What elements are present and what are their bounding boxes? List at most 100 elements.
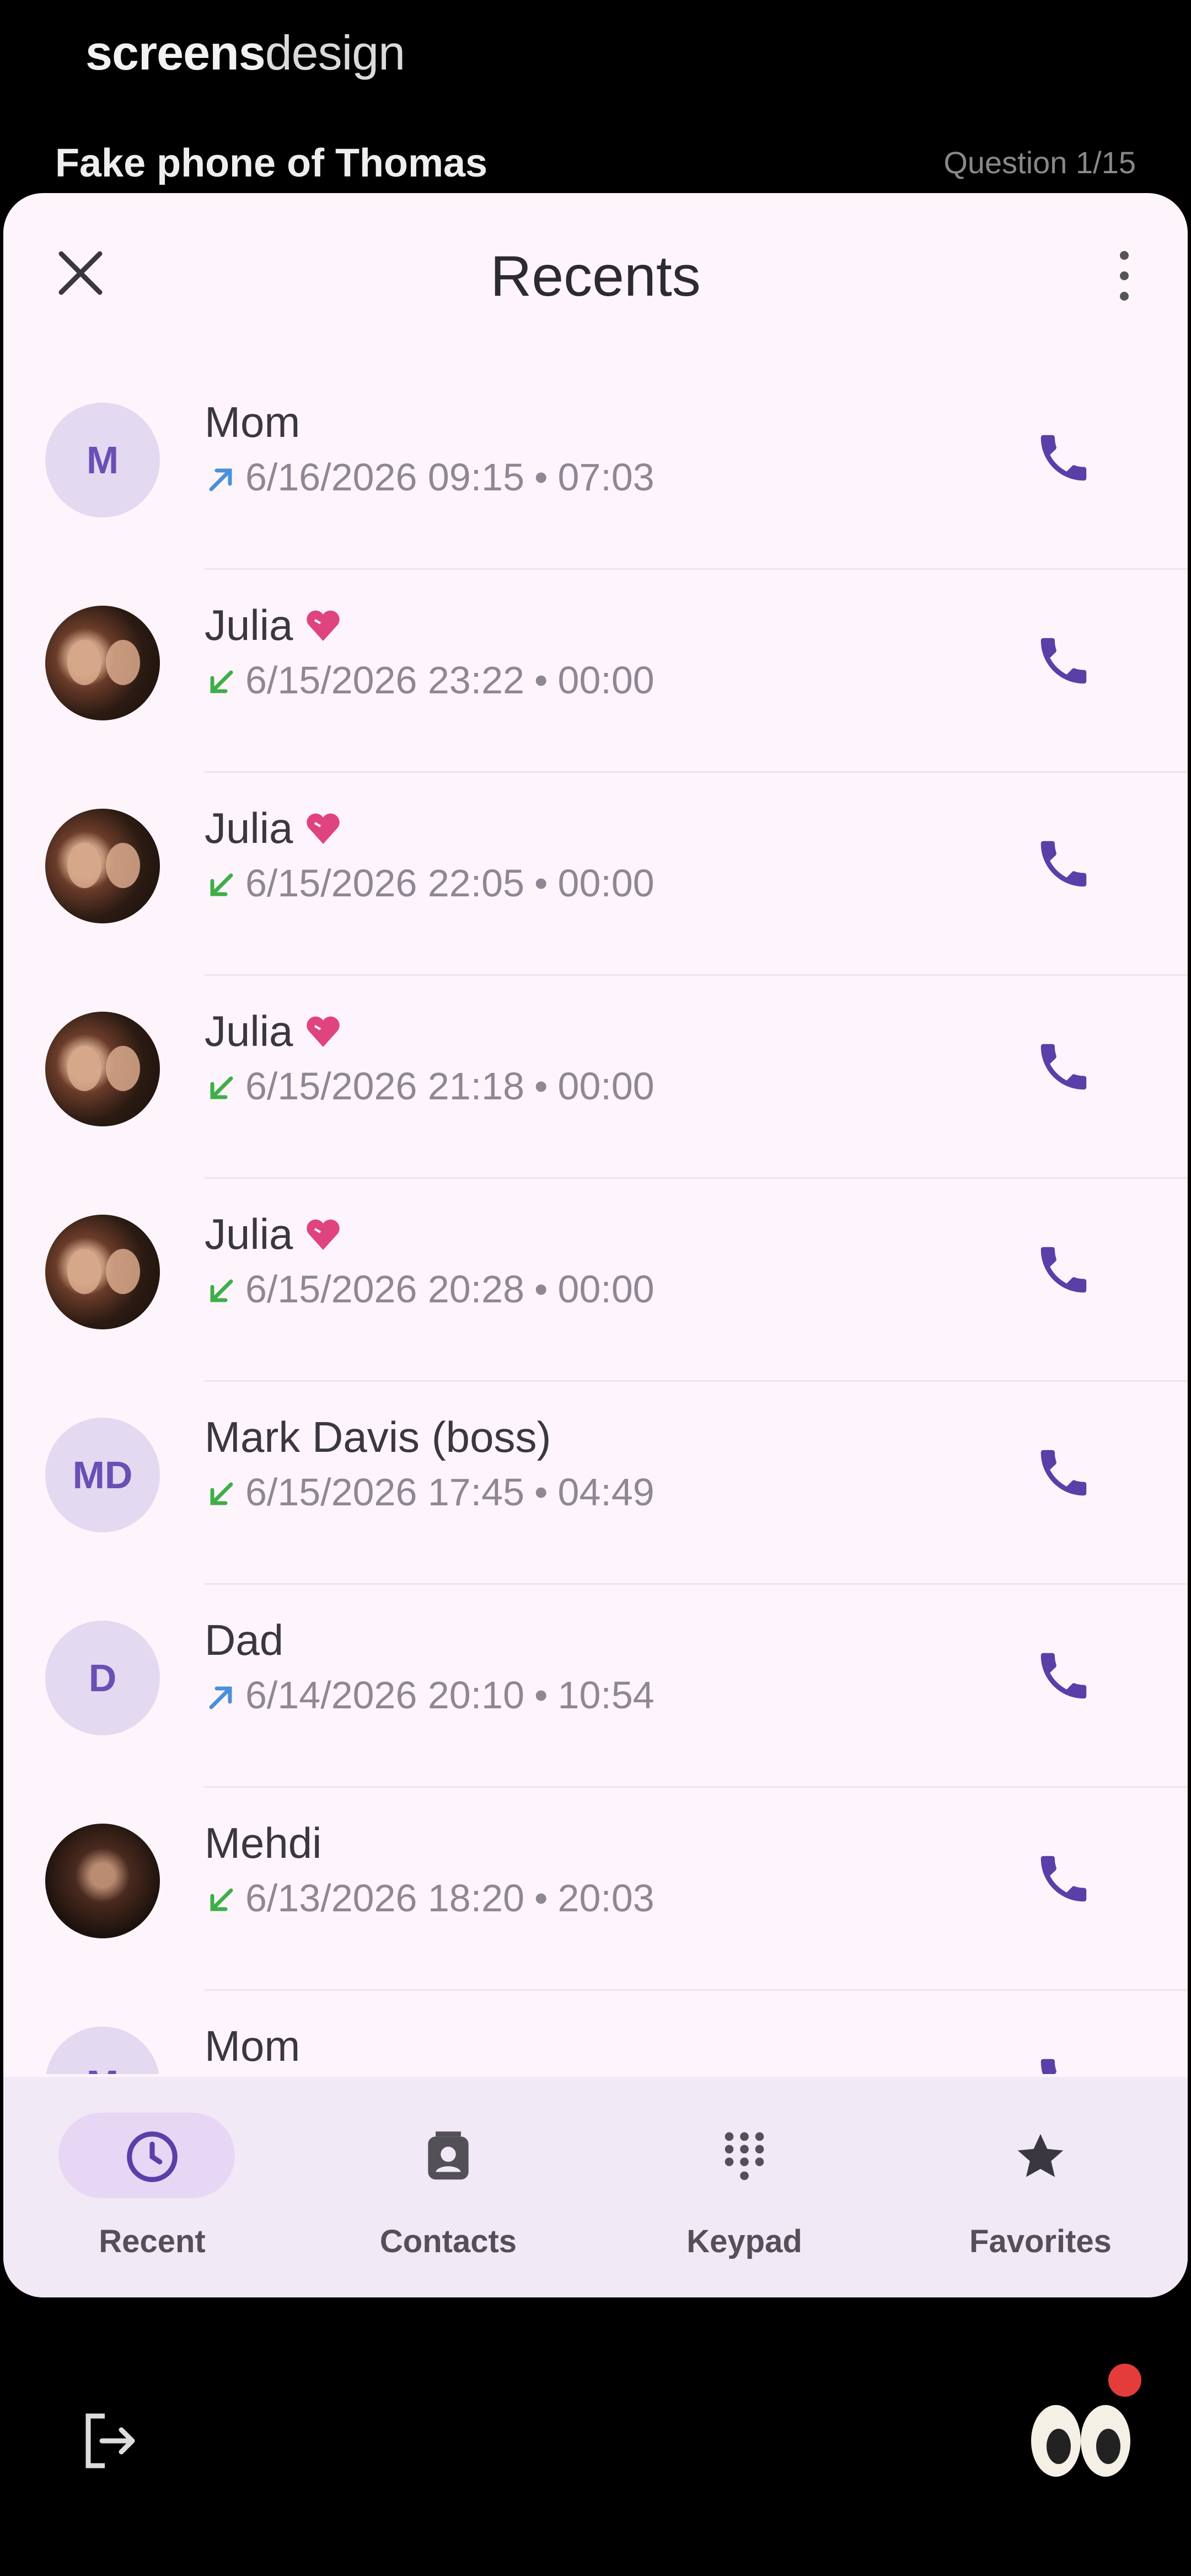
star-icon xyxy=(1010,2126,1071,2187)
avatar xyxy=(45,1215,160,1329)
separator-dot: • xyxy=(534,456,548,499)
call-row[interactable]: M Mom xyxy=(3,1991,1188,2074)
call-meta: 6/13/2026 18:20 • 20:03 xyxy=(205,1876,654,1920)
heart-icon xyxy=(304,606,342,644)
call-list: M Mom 6/16/2026 09:15 • 07:03 Julia 6/15/202… xyxy=(3,367,1188,2074)
avatar: M xyxy=(45,2027,160,2074)
contact-name-text: Julia xyxy=(205,1007,293,1055)
heart-icon xyxy=(304,1012,342,1050)
phone-icon[interactable] xyxy=(1033,2051,1094,2074)
call-row[interactable]: D Dad 6/14/2026 20:10 • 10:54 xyxy=(3,1585,1188,1788)
contact-name: Julia xyxy=(205,1209,342,1259)
keypad-icon xyxy=(714,2126,775,2187)
call-meta: 6/15/2026 17:45 • 04:49 xyxy=(205,1470,654,1514)
contact-name-text: Julia xyxy=(205,601,293,649)
more-vert-icon[interactable] xyxy=(1108,245,1141,306)
nav-keypad[interactable]: Keypad xyxy=(596,2077,893,2297)
incoming-call-icon xyxy=(205,867,238,900)
phone-icon[interactable] xyxy=(1033,427,1094,488)
logout-icon[interactable] xyxy=(77,2408,143,2474)
call-meta: 6/16/2026 09:15 • 07:03 xyxy=(205,455,654,499)
incoming-call-icon xyxy=(205,664,238,697)
nav-label: Contacts xyxy=(379,2224,517,2259)
phone-name: Fake phone of Thomas xyxy=(55,141,488,185)
nav-label: Recent xyxy=(99,2224,206,2259)
call-datetime: 6/16/2026 09:15 xyxy=(245,456,525,499)
call-meta: 6/14/2026 20:10 • 10:54 xyxy=(205,1673,654,1717)
call-row[interactable]: MD Mark Davis (boss) 6/15/2026 17:45 • 04:… xyxy=(3,1382,1188,1585)
call-meta: 6/15/2026 22:05 • 00:00 xyxy=(205,861,654,905)
contact-name: Julia xyxy=(205,803,342,853)
call-duration: 07:03 xyxy=(557,456,654,499)
contact-name: Mom xyxy=(205,2021,300,2071)
contact-name-text: Mehdi xyxy=(205,1819,322,1867)
question-counter: Question 1/15 xyxy=(943,145,1136,180)
eyes-icon[interactable] xyxy=(1026,2397,1136,2485)
avatar xyxy=(45,1012,160,1126)
call-datetime: 6/15/2026 23:22 xyxy=(245,659,525,702)
contact-name: Julia xyxy=(205,600,342,650)
contact-name-text: Mark Davis (boss) xyxy=(205,1413,551,1461)
separator-dot: • xyxy=(534,1065,548,1108)
call-duration: 04:49 xyxy=(557,1471,654,1514)
phone-icon[interactable] xyxy=(1033,833,1094,894)
call-duration: 10:54 xyxy=(557,1674,654,1717)
incoming-call-icon xyxy=(205,1070,238,1103)
phone-icon[interactable] xyxy=(1033,1442,1094,1503)
contact-name: Julia xyxy=(205,1006,342,1056)
call-datetime: 6/13/2026 18:20 xyxy=(245,1877,525,1920)
avatar: MD xyxy=(45,1418,160,1532)
brand-light: design xyxy=(265,25,405,80)
call-meta: 6/15/2026 21:18 • 00:00 xyxy=(205,1064,654,1108)
bottom-bar xyxy=(0,2297,1191,2576)
separator-dot: • xyxy=(534,1674,548,1717)
nav-recent[interactable]: Recent xyxy=(3,2077,301,2297)
separator-dot: • xyxy=(534,862,548,905)
call-duration: 00:00 xyxy=(557,862,654,905)
avatar: M xyxy=(45,403,160,517)
nav-favorites[interactable]: Favorites xyxy=(892,2077,1188,2297)
contact-name: Mark Davis (boss) xyxy=(205,1412,551,1462)
call-duration: 20:03 xyxy=(557,1877,654,1920)
contact-name: Mom xyxy=(205,397,300,447)
call-datetime: 6/15/2026 17:45 xyxy=(245,1471,525,1514)
avatar xyxy=(45,809,160,923)
notification-dot xyxy=(1108,2364,1141,2397)
contact-name-text: Mom xyxy=(205,398,301,446)
contacts-icon xyxy=(418,2126,479,2187)
contact-name-text: Julia xyxy=(205,804,293,852)
call-datetime: 6/15/2026 22:05 xyxy=(245,862,525,905)
phone-icon[interactable] xyxy=(1033,630,1094,691)
contact-name-text: Mom xyxy=(205,2022,301,2070)
incoming-call-icon xyxy=(205,1882,238,1915)
contact-name-text: Dad xyxy=(205,1616,284,1664)
phone-icon[interactable] xyxy=(1033,1036,1094,1097)
call-row[interactable]: M Mom 6/16/2026 09:15 • 07:03 xyxy=(3,367,1188,570)
avatar xyxy=(45,1824,160,1938)
separator-dot: • xyxy=(534,1268,548,1311)
phone-icon[interactable] xyxy=(1033,1239,1094,1300)
separator-dot: • xyxy=(534,1471,548,1514)
phone-icon[interactable] xyxy=(1033,1645,1094,1706)
bottom-navigation: Recent Contacts Keypad Favorites xyxy=(3,2077,1188,2297)
call-row[interactable]: Julia 6/15/2026 23:22 • 00:00 xyxy=(3,570,1188,773)
outgoing-call-icon xyxy=(205,461,238,494)
avatar: D xyxy=(45,1621,160,1735)
incoming-call-icon xyxy=(205,1273,238,1306)
contact-name-text: Julia xyxy=(205,1210,293,1258)
call-row[interactable]: Julia 6/15/2026 21:18 • 00:00 xyxy=(3,976,1188,1179)
contact-name: Dad xyxy=(205,1615,283,1665)
call-datetime: 6/14/2026 20:10 xyxy=(245,1674,525,1717)
heart-icon xyxy=(304,1215,342,1253)
call-row[interactable]: Mehdi 6/13/2026 18:20 • 20:03 xyxy=(3,1788,1188,1991)
call-row[interactable]: Julia 6/15/2026 22:05 • 00:00 xyxy=(3,773,1188,976)
call-row[interactable]: Julia 6/15/2026 20:28 • 00:00 xyxy=(3,1179,1188,1382)
recents-sheet: Recents M Mom 6/16/2026 09:15 • 07:03 Julia… xyxy=(3,193,1188,2297)
separator-dot: • xyxy=(534,659,548,702)
call-duration: 00:00 xyxy=(557,659,654,702)
nav-contacts[interactable]: Contacts xyxy=(299,2077,597,2297)
call-duration: 00:00 xyxy=(557,1065,654,1108)
top-bar: screensdesign Fake phone of Thomas Quest… xyxy=(0,0,1191,193)
call-meta: 6/15/2026 20:28 • 00:00 xyxy=(205,1267,654,1311)
phone-icon[interactable] xyxy=(1033,1848,1094,1909)
